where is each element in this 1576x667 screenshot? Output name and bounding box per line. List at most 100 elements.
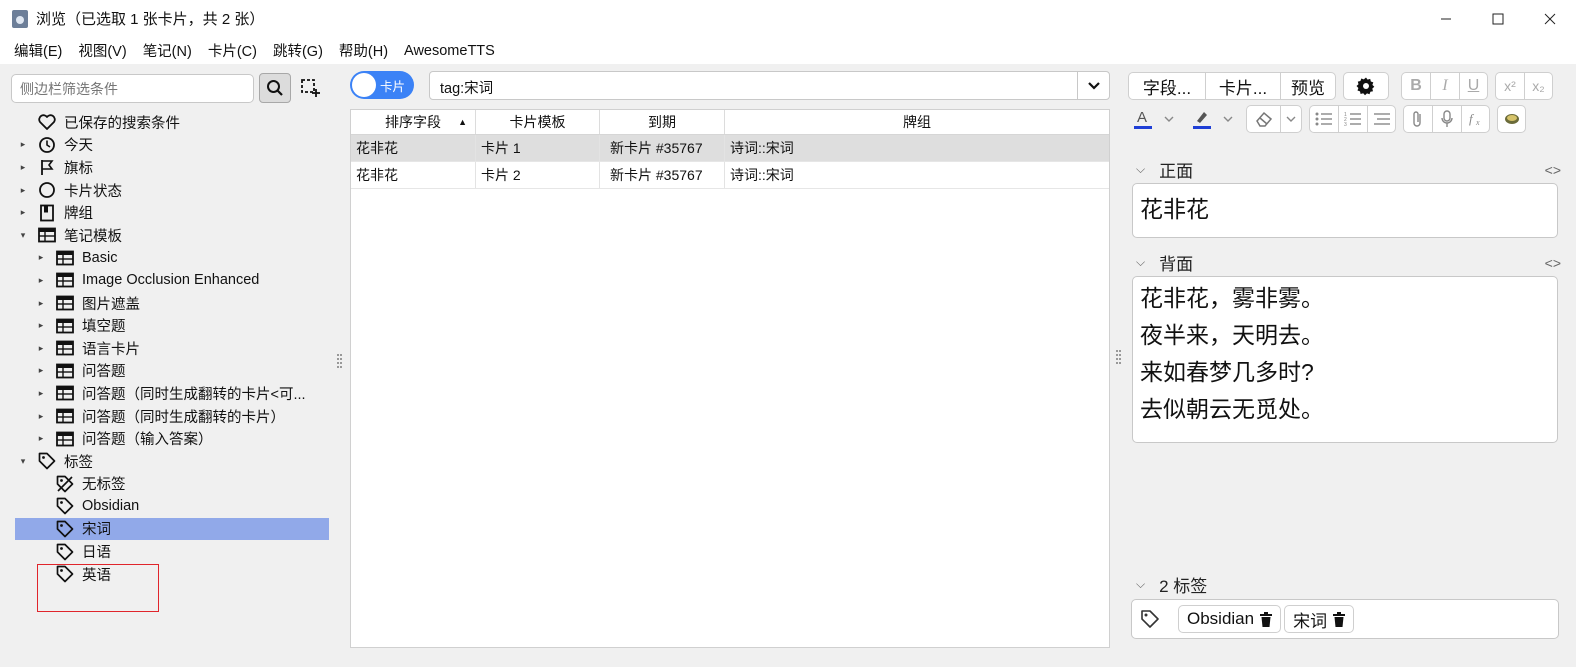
menu-awesometts[interactable]: AwesomeTTS — [396, 43, 503, 59]
back-field-line[interactable]: 夜半来，天明去。 — [1140, 317, 1550, 354]
html-editor-toggle[interactable]: <> — [1545, 255, 1561, 271]
collapsed-arrow-icon[interactable]: ▸ — [36, 343, 46, 354]
menu-notes[interactable]: 笔记(N) — [135, 40, 200, 61]
table-row[interactable]: 花非花 卡片 2 新卡片 #35767 诗词::宋词 — [351, 162, 1109, 189]
left-splitter-handle[interactable] — [337, 354, 342, 370]
sidebar-item[interactable]: ▸ Image Occlusion Enhanced — [0, 269, 335, 292]
collapse-chevron-icon[interactable]: ⌵ — [1136, 577, 1145, 592]
sidebar-item[interactable]: 无标签 — [0, 473, 335, 496]
sidebar-item[interactable]: 日语 — [0, 540, 335, 563]
collapsed-arrow-icon[interactable]: ▸ — [36, 252, 46, 263]
collapsed-arrow-icon[interactable]: ▸ — [36, 275, 46, 286]
sidebar-item[interactable]: ▸ 语言卡片 — [0, 337, 335, 360]
menu-edit[interactable]: 编辑(E) — [6, 40, 70, 61]
expanded-arrow-icon[interactable]: ▾ — [18, 456, 28, 467]
sidebar-item[interactable]: Obsidian — [0, 495, 335, 518]
collapsed-arrow-icon[interactable]: ▸ — [18, 207, 28, 218]
sidebar-item[interactable]: ▾ 笔记模板 — [0, 224, 335, 247]
collapse-chevron-icon[interactable]: ⌵ — [1136, 162, 1145, 177]
sidebar-item[interactable]: ▸ 图片遮盖 — [0, 292, 335, 315]
unordered-list-button[interactable] — [1309, 105, 1338, 133]
column-card-template[interactable]: 卡片模板 — [476, 110, 600, 134]
sidebar-item[interactable]: ▸ 问答题（输入答案） — [0, 427, 335, 450]
attach-button[interactable] — [1403, 105, 1432, 133]
sidebar-item[interactable]: ▸ 填空题 — [0, 314, 335, 337]
align-button[interactable] — [1367, 105, 1396, 133]
collapsed-arrow-icon[interactable]: ▸ — [36, 365, 46, 376]
field-header-back[interactable]: ⌵ 背面 <> — [1136, 250, 1561, 275]
text-color-button[interactable]: A — [1128, 105, 1158, 133]
collapsed-arrow-icon[interactable]: ▸ — [36, 433, 46, 444]
collapsed-arrow-icon[interactable]: ▸ — [36, 320, 46, 331]
bold-button[interactable]: B — [1401, 72, 1430, 100]
italic-button[interactable]: I — [1430, 72, 1459, 100]
sidebar-item[interactable]: ▸ 牌组 — [0, 201, 335, 224]
sidebar-item[interactable]: ▸ 卡片状态 — [0, 179, 335, 202]
clear-format-button[interactable] — [1246, 105, 1280, 133]
html-editor-toggle[interactable]: <> — [1545, 162, 1561, 178]
right-splitter-handle[interactable] — [1116, 350, 1121, 366]
sidebar-search-button[interactable] — [259, 73, 291, 103]
expanded-arrow-icon[interactable]: ▾ — [18, 230, 28, 241]
highlight-button[interactable] — [1187, 105, 1217, 133]
collapsed-arrow-icon[interactable]: ▸ — [36, 298, 46, 309]
search-history-dropdown[interactable] — [1077, 72, 1109, 99]
menu-view[interactable]: 视图(V) — [70, 40, 134, 61]
sidebar-item[interactable]: ▸ 问答题 — [0, 360, 335, 383]
trash-icon[interactable] — [1333, 611, 1346, 627]
collapse-chevron-icon[interactable]: ⌵ — [1136, 255, 1145, 270]
search-query-text[interactable]: tag:宋词 — [440, 77, 493, 98]
minimize-button[interactable] — [1420, 0, 1472, 37]
back-field-line[interactable]: 来如春梦几多时? — [1140, 354, 1550, 391]
collapsed-arrow-icon[interactable]: ▸ — [18, 162, 28, 173]
sidebar-item[interactable]: ▸ 问答题（同时生成翻转的卡片） — [0, 405, 335, 428]
text-color-dropdown[interactable] — [1158, 105, 1180, 133]
menu-go[interactable]: 跳转(G) — [265, 40, 331, 61]
maximize-button[interactable] — [1472, 0, 1524, 37]
sidebar-item[interactable]: ▾ 标签 — [0, 450, 335, 473]
back-field-line[interactable]: 花非花，雾非雾。 — [1140, 280, 1550, 317]
collapsed-arrow-icon[interactable]: ▸ — [36, 388, 46, 399]
collapsed-arrow-icon[interactable]: ▸ — [18, 139, 28, 150]
collapsed-arrow-icon[interactable]: ▸ — [18, 185, 28, 196]
front-field-editor[interactable]: 花非花 — [1132, 183, 1558, 238]
preview-button[interactable]: 预览 — [1280, 72, 1336, 100]
sidebar-item[interactable]: ▸ 今天 — [0, 134, 335, 157]
sidebar-item[interactable]: ▸ Basic — [0, 247, 335, 270]
math-button[interactable]: fx — [1461, 105, 1490, 133]
tags-header[interactable]: ⌵ 2 标签 — [1136, 572, 1561, 597]
search-query-field[interactable]: tag:宋词 — [429, 71, 1110, 100]
cards-button[interactable]: 卡片... — [1205, 72, 1280, 100]
tag-chip[interactable]: 宋词 — [1284, 605, 1355, 633]
cards-notes-toggle[interactable]: 卡片 — [350, 71, 414, 99]
subscript-button[interactable]: x₂ — [1524, 72, 1553, 100]
settings-button[interactable] — [1343, 72, 1389, 100]
front-field-content[interactable]: 花非花 — [1140, 196, 1209, 222]
column-due[interactable]: 到期 — [600, 110, 725, 134]
back-field-line[interactable]: 去似朝云无觅处。 — [1140, 391, 1550, 428]
highlight-dropdown[interactable] — [1217, 105, 1239, 133]
superscript-button[interactable]: x² — [1495, 72, 1524, 100]
close-button[interactable] — [1524, 0, 1576, 37]
sidebar-item[interactable]: ▸ 旗标 — [0, 156, 335, 179]
sidebar-item[interactable]: 宋词 — [0, 517, 335, 541]
column-sort-field[interactable]: 排序字段 ▲ — [351, 110, 476, 134]
sidebar-item[interactable]: 已保存的搜索条件 — [0, 111, 335, 134]
tag-chip[interactable]: Obsidian — [1178, 605, 1282, 633]
select-mode-button[interactable] — [298, 76, 322, 100]
sidebar-item[interactable]: ▸ 问答题（同时生成翻转的卡片<可... — [0, 382, 335, 405]
clear-format-dropdown[interactable] — [1280, 105, 1302, 133]
menu-cards[interactable]: 卡片(C) — [200, 40, 265, 61]
menu-help[interactable]: 帮助(H) — [331, 40, 396, 61]
record-audio-button[interactable] — [1432, 105, 1461, 133]
fields-button[interactable]: 字段... — [1128, 72, 1205, 100]
back-field-editor[interactable]: 花非花，雾非雾。 夜半来，天明去。 来如春梦几多时? 去似朝云无觅处。 — [1132, 276, 1558, 443]
awesometts-button[interactable] — [1497, 105, 1526, 133]
trash-icon[interactable] — [1260, 611, 1273, 627]
ordered-list-button[interactable]: 123 — [1338, 105, 1367, 133]
underline-button[interactable]: U — [1459, 72, 1488, 100]
field-header-front[interactable]: ⌵ 正面 <> — [1136, 157, 1561, 182]
column-deck[interactable]: 牌组 — [725, 110, 1109, 134]
sidebar-search-input[interactable] — [11, 74, 254, 103]
collapsed-arrow-icon[interactable]: ▸ — [36, 411, 46, 422]
